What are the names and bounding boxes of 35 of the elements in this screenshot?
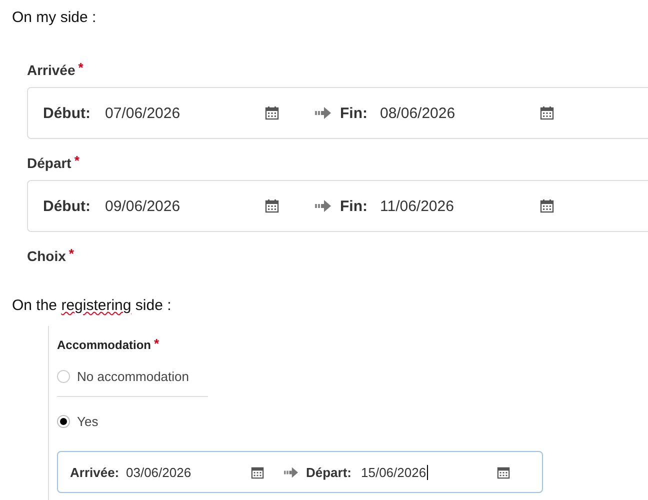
start-label: Arrivée: xyxy=(70,464,120,480)
start-label: Début: xyxy=(43,104,91,122)
calendar-icon[interactable] xyxy=(540,106,554,120)
required-mark: * xyxy=(78,62,84,74)
end-label: Fin: xyxy=(340,104,368,122)
calendar-icon[interactable] xyxy=(265,106,279,120)
end-date-input[interactable]: 15/06/2026 xyxy=(361,464,428,480)
radio-button[interactable] xyxy=(57,370,70,382)
arrow-icon xyxy=(315,200,331,212)
option-label[interactable]: Yes xyxy=(77,414,98,428)
start-label: Début: xyxy=(43,198,91,214)
start-date-input[interactable]: 07/06/2026 xyxy=(105,104,265,122)
intro-text: On the registering side : xyxy=(12,296,172,316)
required-mark: * xyxy=(154,338,160,352)
field-label: Départ xyxy=(27,155,72,171)
calendar-icon[interactable] xyxy=(540,199,554,213)
end-date-input[interactable]: 11/06/2026 xyxy=(380,198,540,214)
field-label: Accommodation xyxy=(57,338,152,352)
end-label: Départ: xyxy=(306,464,353,480)
option-label[interactable]: No accommodation xyxy=(77,368,189,384)
start-date-input[interactable]: 09/06/2026 xyxy=(105,198,265,214)
end-date-input[interactable]: 08/06/2026 xyxy=(380,104,540,122)
radio-button[interactable] xyxy=(57,414,70,428)
calendar-icon[interactable] xyxy=(265,199,279,213)
end-label: Fin: xyxy=(340,198,368,214)
field-label: Arrivée xyxy=(27,62,76,78)
arrow-icon xyxy=(315,107,331,119)
calendar-icon[interactable] xyxy=(251,466,264,478)
calendar-icon[interactable] xyxy=(497,466,510,478)
intro-text: On my side : xyxy=(12,8,98,28)
start-date-input[interactable]: 03/06/2026 xyxy=(126,464,251,480)
field-label: Choix xyxy=(27,248,66,264)
required-mark: * xyxy=(74,155,80,167)
required-mark: * xyxy=(68,248,74,260)
arrow-icon xyxy=(284,466,298,478)
